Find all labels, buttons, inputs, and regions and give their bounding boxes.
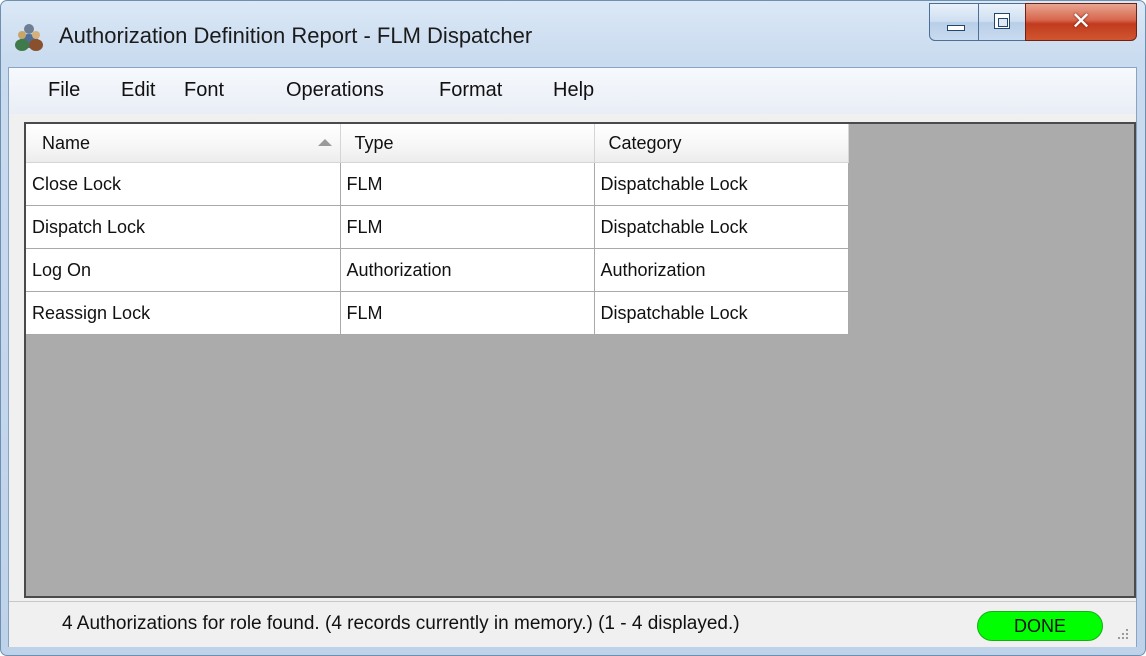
table-row[interactable]: Log On Authorization Authorization [26,248,849,292]
column-header-label: Category [608,132,682,153]
column-header-label: Name [42,132,91,153]
table-row[interactable]: Close Lock FLM Dispatchable Lock [26,162,849,206]
cell-type: Authorization [340,248,595,292]
menu-operations[interactable]: Operations [286,79,384,102]
cell-name: Dispatch Lock [26,205,341,249]
column-header-type[interactable]: Type [340,124,595,163]
cell-category: Dispatchable Lock [594,291,849,335]
status-message: 4 Authorizations for role found. (4 reco… [62,613,740,634]
column-header-label: Type [354,132,394,153]
column-header-name[interactable]: Name [26,124,341,163]
title-bar[interactable]: Authorization Definition Report - FLM Di… [1,1,1145,67]
status-bar: 4 Authorizations for role found. (4 reco… [9,601,1136,647]
cell-type: FLM [340,291,595,335]
cell-type: FLM [340,162,595,206]
cell-name: Log On [26,248,341,292]
caption-buttons: ✕ [929,3,1139,43]
minimize-button[interactable] [929,3,979,41]
cell-type: FLM [340,205,595,249]
menu-format[interactable]: Format [439,79,502,102]
menu-font[interactable]: Font [184,79,224,102]
sort-ascending-icon [317,139,332,146]
table-header-row: Name Type Category [26,124,849,163]
close-button[interactable]: ✕ [1025,3,1137,41]
restore-icon [994,13,1010,29]
column-header-category[interactable]: Category [594,124,849,163]
window-title: Authorization Definition Report - FLM Di… [59,23,533,48]
cell-category: Dispatchable Lock [594,162,849,206]
menu-edit[interactable]: Edit [121,79,155,102]
close-icon: ✕ [1070,7,1092,35]
menu-bar: File Edit Font Operations Format Help [9,68,1136,114]
app-window: Authorization Definition Report - FLM Di… [0,0,1146,656]
menu-help[interactable]: Help [553,79,594,102]
users-group-icon [15,24,43,51]
cell-category: Dispatchable Lock [594,205,849,249]
table-row[interactable]: Dispatch Lock FLM Dispatchable Lock [26,205,849,249]
menu-file[interactable]: File [48,79,80,102]
results-grid[interactable]: Name Type Category Close Lock FLM Dispat… [24,122,1136,598]
cell-category: Authorization [594,248,849,292]
maximize-button[interactable] [978,3,1026,41]
authorization-table: Name Type Category Close Lock FLM Dispat… [26,124,849,335]
minimize-icon [947,25,965,31]
table-row[interactable]: Reassign Lock FLM Dispatchable Lock [26,291,849,335]
cell-name: Reassign Lock [26,291,341,335]
status-badge: DONE [977,611,1103,641]
client-area: File Edit Font Operations Format Help Na… [8,67,1137,647]
resize-grip-icon[interactable] [1113,626,1131,644]
cell-name: Close Lock [26,162,341,206]
